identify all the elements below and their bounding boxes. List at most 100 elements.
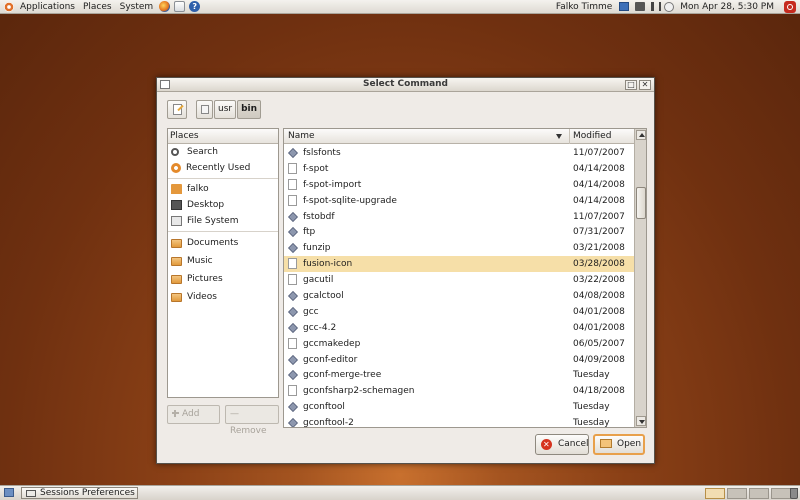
path-button-usr[interactable]: usr [214,100,237,119]
scroll-thumb[interactable] [636,187,646,219]
places-divider [168,231,278,232]
place-home[interactable]: falko [168,181,278,197]
column-header-name[interactable]: Name [286,129,570,144]
executable-icon [288,402,298,413]
file-row[interactable]: funzip 03/21/2008 [284,240,634,256]
folder-icon [171,238,182,248]
drive-icon [201,105,209,114]
file-modified: 04/09/2008 [573,354,625,365]
file-modified: 04/14/2008 [573,179,625,190]
help-icon[interactable]: ? [189,1,201,12]
remove-label: Remove [230,426,267,436]
file-row[interactable]: f-spot-import 04/14/2008 [284,177,634,193]
document-icon [288,194,297,206]
file-name: f-spot [303,163,329,174]
file-name: f-spot-sqlite-upgrade [303,195,397,206]
menu-applications[interactable]: Applications [16,0,79,14]
places-header[interactable]: Places [168,129,278,144]
dialog-titlebar[interactable]: Select Command □ ✕ [157,78,654,92]
file-modified: Tuesday [573,418,610,428]
type-filename-button[interactable] [167,100,187,119]
show-desktop-icon[interactable] [4,488,14,497]
scroll-up-arrow[interactable] [636,130,646,140]
column-header-modified[interactable]: Modified [573,129,611,144]
place-desktop[interactable]: Desktop [168,197,278,213]
file-row[interactable]: gconfsharp2-schemagen 04/18/2008 [284,383,634,399]
workspace-3[interactable] [749,488,769,499]
place-videos[interactable]: Videos [168,288,278,306]
file-row[interactable]: gcalctool 04/08/2008 [284,288,634,304]
maximize-button[interactable]: □ [625,80,637,90]
user-name[interactable]: Falko Timme [552,0,616,14]
close-button[interactable]: ✕ [639,80,651,90]
top-panel: Applications Places System ? Falko Timme… [0,0,800,14]
file-row[interactable]: gconftool-2 Tuesday [284,415,634,428]
path-button-bin[interactable]: bin [237,100,262,119]
trash-icon[interactable] [790,488,798,499]
file-name: gconftool [303,402,345,413]
place-search[interactable]: Search [168,144,278,160]
file-row[interactable]: fslsfonts 11/07/2007 [284,145,634,161]
file-row[interactable]: f-spot 04/14/2008 [284,161,634,177]
file-modified: 04/14/2008 [573,195,625,206]
file-modified: Tuesday [573,370,610,381]
firefox-icon[interactable] [159,1,171,12]
file-name: funzip [303,243,331,254]
vertical-scrollbar[interactable] [634,129,646,427]
file-row[interactable]: gconf-editor 04/09/2008 [284,352,634,368]
folder-icon [171,274,182,284]
network-icon[interactable] [619,2,630,11]
scroll-down-arrow[interactable] [636,416,646,426]
mail-icon[interactable] [174,1,186,12]
place-pictures[interactable]: Pictures [168,270,278,288]
battery-icon[interactable] [635,2,646,11]
minus-icon: — [230,409,239,419]
file-modified: 04/01/2008 [573,322,625,333]
file-row[interactable]: gacutil 03/22/2008 [284,272,634,288]
menu-system[interactable]: System [116,0,158,14]
place-recently-used[interactable]: Recently Used [168,160,278,176]
volume-icon[interactable] [651,2,662,11]
file-name: f-spot-import [303,179,362,190]
path-button-root[interactable] [196,100,213,119]
file-row[interactable]: gccmakedep 06/05/2007 [284,336,634,352]
executable-icon [288,354,298,365]
remove-bookmark-button[interactable]: — Remove [225,405,279,436]
panel-clock[interactable]: Mon Apr 28, 5:30 PM [676,0,778,14]
file-name: gcc-4.2 [303,322,337,333]
home-folder-icon [171,184,182,194]
logout-icon[interactable] [784,0,796,13]
file-row[interactable]: gcc-4.2 04/01/2008 [284,320,634,336]
taskbar-button-sessions[interactable]: Sessions Preferences [21,487,138,499]
file-row[interactable]: f-spot-sqlite-upgrade 04/14/2008 [284,193,634,209]
file-name: fslsfonts [303,148,341,158]
file-name: fusion-icon [303,259,353,270]
file-row[interactable]: gconftool Tuesday [284,399,634,415]
dialog-title: Select Command [362,79,448,89]
file-row[interactable]: ftp 07/31/2007 [284,224,634,240]
place-documents[interactable]: Documents [168,234,278,252]
menu-places[interactable]: Places [79,0,116,14]
executable-icon [288,227,298,238]
workspace-4[interactable] [771,488,791,499]
open-button[interactable]: Open [593,434,645,455]
place-music[interactable]: Music [168,252,278,270]
file-name: gconf-merge-tree [303,370,382,381]
workspace-1[interactable] [705,488,725,499]
edit-icon [173,104,182,115]
file-row[interactable]: gcc 04/01/2008 [284,304,634,320]
places-pane: Places Search Recently Used falko Deskto… [167,128,279,398]
place-label: Recently Used [186,163,251,173]
workspace-2[interactable] [727,488,747,499]
cancel-button[interactable]: Cancel [535,434,589,455]
file-row[interactable]: fstobdf 11/07/2007 [284,209,634,225]
file-name: gcalctool [303,291,344,302]
taskbar-label: Sessions Preferences [40,488,135,498]
file-row[interactable]: gconf-merge-tree Tuesday [284,367,634,383]
add-bookmark-button[interactable]: Add [167,405,220,424]
ubuntu-logo-icon[interactable] [4,1,14,12]
open-folder-icon [600,439,612,448]
file-name: gccmakedep [303,338,361,349]
place-file-system[interactable]: File System [168,213,278,229]
file-row[interactable]: fusion-icon 03/28/2008 [284,256,634,273]
